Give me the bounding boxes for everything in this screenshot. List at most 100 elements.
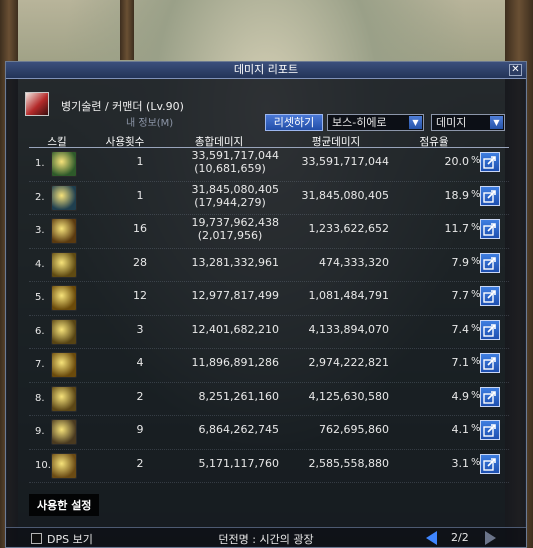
share-icon[interactable]	[480, 353, 500, 373]
row-total-cell: 11,896,891,286	[169, 356, 279, 369]
share-icon[interactable]	[480, 152, 500, 172]
mode-select[interactable]: 보스-히에로 ▼	[327, 114, 424, 131]
row-avg: 1,233,622,652	[308, 222, 389, 235]
row-uses: 3	[136, 322, 144, 336]
dps-checkbox[interactable]	[31, 533, 42, 544]
row-uses: 12	[133, 289, 147, 302]
row-share: 7.7	[451, 289, 470, 302]
table-row: 4. 28 13,281,332,961 474,333,320 7.9%	[29, 249, 509, 282]
row-index: 10.	[35, 459, 51, 471]
row-total-cell: 33,591,717,044 (10,681,659)	[169, 149, 279, 175]
type-select[interactable]: 데미지 ▼	[431, 114, 505, 131]
damage-table: 스킬 사용횟수 총합데미지 평균데미지 점유율 1. 1 33,591,717,04…	[29, 134, 509, 483]
share-icon[interactable]	[480, 219, 500, 239]
share-icon[interactable]	[480, 420, 500, 440]
dps-label: DPS 보기	[47, 533, 93, 546]
row-total: 11,896,891,286	[191, 356, 279, 369]
row-uses: 9	[136, 423, 144, 436]
reset-button[interactable]: 리셋하기	[265, 114, 323, 131]
row-share: 20.0	[444, 155, 470, 168]
close-button[interactable]: ✕	[509, 64, 522, 76]
row-total: 12,401,682,210	[191, 322, 279, 336]
row-total-cell: 5,171,117,760	[169, 457, 279, 470]
window-title: 데미지 리포트	[233, 63, 299, 76]
table-row: 8. 2 8,251,261,160 4,125,630,580 4.9%	[29, 383, 509, 416]
share-icon[interactable]	[480, 319, 500, 340]
table-row: 1. 1 33,591,717,044 (10,681,659) 33,591,717,…	[29, 148, 509, 182]
row-avg: 762,695,860	[319, 423, 389, 436]
row-index: 4.	[35, 258, 45, 270]
skill-icon	[51, 285, 77, 311]
row-avg: 31,845,080,405	[301, 188, 389, 202]
col-total: 총합데미지	[194, 136, 244, 148]
row-avg: 2,974,222,821	[308, 356, 389, 369]
row-index: 5.	[35, 292, 45, 303]
chevron-down-icon: ▼	[409, 116, 422, 129]
mode-select-value: 보스-히에로	[332, 116, 387, 129]
row-avg: 2,585,558,880	[308, 456, 389, 470]
skill-icon	[51, 352, 77, 378]
row-share: 3.1	[451, 456, 470, 470]
row-total-sub: (2,017,956)	[197, 229, 263, 242]
skill-icon	[51, 151, 77, 177]
used-settings-label[interactable]: 사용한 설정	[29, 494, 100, 516]
table-body: 1. 1 33,591,717,044 (10,681,659) 33,591,717,…	[29, 148, 509, 483]
row-share: 18.9	[444, 188, 470, 202]
report-footer: DPS 보기 던전명 : 시간의 광장 2/2	[6, 527, 526, 547]
row-avg: 33,591,717,044	[301, 155, 389, 168]
prev-page-icon[interactable]	[426, 531, 437, 545]
row-uses: 1	[136, 188, 144, 202]
col-uses: 사용횟수	[105, 136, 145, 148]
row-avg: 1,081,484,791	[308, 289, 389, 302]
col-share: 점유율	[419, 136, 449, 148]
row-total: 5,171,117,760	[198, 456, 279, 470]
dungeon-name: 던전명 : 시간의 광장	[218, 533, 314, 546]
row-index: 2.	[35, 191, 45, 203]
skill-icon	[51, 218, 77, 244]
damage-report-window: 데미지 리포트 ✕ 병기술련 / 커맨더 (Lv.90) 내 정보(M) 리셋하…	[5, 61, 527, 548]
row-total-sub: (10,681,659)	[194, 162, 266, 175]
share-icon[interactable]	[480, 252, 500, 273]
share-icon[interactable]	[480, 453, 500, 474]
table-row: 7. 4 11,896,891,286 2,974,222,821 7.1%	[29, 349, 509, 383]
row-index: 9.	[35, 426, 45, 437]
skill-icon	[51, 452, 77, 479]
col-avg: 평균데미지	[311, 136, 361, 148]
row-total-cell: 8,251,261,160	[169, 390, 279, 403]
row-total: 33,591,717,044	[191, 149, 279, 162]
next-page-icon[interactable]	[485, 531, 496, 545]
row-index: 8.	[35, 392, 45, 404]
type-select-value: 데미지	[436, 116, 467, 129]
tree-trunk-back	[120, 0, 134, 60]
row-uses: 16	[133, 222, 147, 235]
row-uses: 1	[136, 155, 144, 168]
character-name: 병기술련 / 커맨더 (Lv.90)	[61, 100, 184, 113]
window-titlebar[interactable]: 데미지 리포트 ✕	[6, 62, 526, 79]
character-avatar	[25, 92, 49, 116]
chevron-down-icon: ▼	[490, 116, 503, 129]
row-total: 31,845,080,405	[191, 182, 279, 196]
share-icon[interactable]	[480, 386, 500, 407]
row-total-cell: 6,864,262,745	[169, 423, 279, 436]
row-share: 7.1	[451, 356, 470, 369]
row-total-cell: 13,281,332,961	[169, 256, 279, 269]
row-share: 7.4	[451, 322, 470, 336]
table-row: 9. 9 6,864,262,745 762,695,860 4.1%	[29, 416, 509, 450]
row-share: 11.7	[444, 222, 470, 235]
row-index: 6.	[35, 325, 45, 337]
share-icon[interactable]	[480, 185, 500, 206]
skill-icon	[51, 184, 77, 211]
row-total-cell: 19,737,962,438 (2,017,956)	[169, 216, 279, 242]
row-total: 12,977,817,499	[191, 289, 279, 302]
row-total-cell: 31,845,080,405 (17,944,279)	[169, 183, 279, 209]
row-uses: 2	[136, 389, 144, 403]
table-row: 6. 3 12,401,682,210 4,133,894,070 7.4%	[29, 316, 509, 349]
page-indicator: 2/2	[451, 531, 469, 544]
table-row: 5. 12 12,977,817,499 1,081,484,791 7.7%	[29, 282, 509, 316]
row-index: 3.	[35, 225, 45, 236]
share-icon[interactable]	[480, 286, 500, 306]
row-uses: 2	[136, 456, 144, 470]
row-uses: 28	[133, 255, 147, 269]
row-avg: 474,333,320	[319, 255, 389, 269]
skill-icon	[51, 251, 77, 278]
